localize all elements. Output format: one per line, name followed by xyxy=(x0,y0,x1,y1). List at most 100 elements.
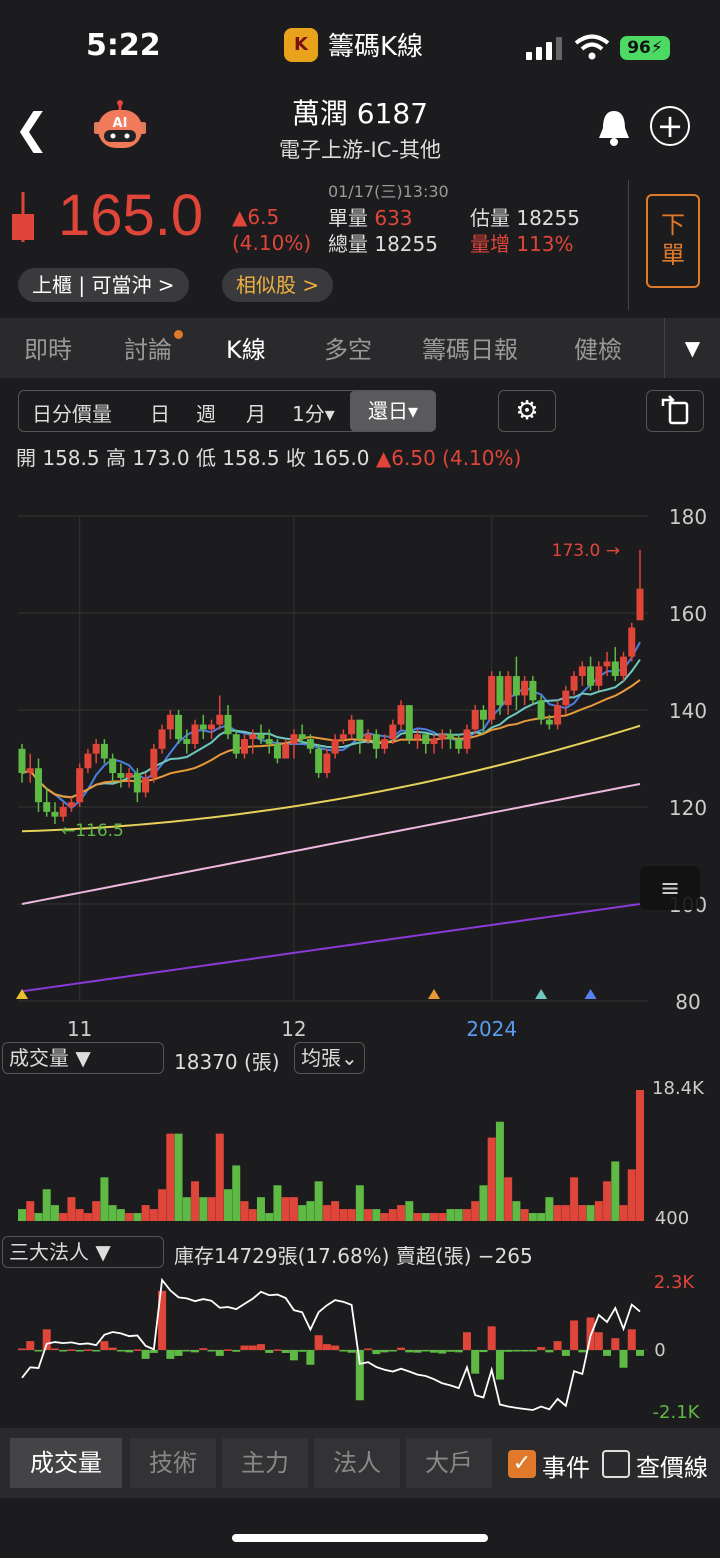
volume-bar xyxy=(619,1205,628,1221)
tab-health-check[interactable]: 健檢 xyxy=(574,330,622,365)
candle-body xyxy=(570,676,578,691)
btab-volume[interactable]: 成交量 xyxy=(10,1438,122,1488)
volume-bar xyxy=(331,1201,340,1221)
rotate-screen-button[interactable] xyxy=(646,390,704,432)
volume-bar xyxy=(446,1209,455,1221)
app-name-text: 籌碼K線 xyxy=(328,32,424,62)
institutional-bar xyxy=(545,1350,554,1353)
candle-body xyxy=(109,758,117,774)
btab-major-holders[interactable]: 大戶 xyxy=(406,1438,492,1488)
tabs-more-dropdown[interactable]: ▼ xyxy=(664,318,720,378)
tab-bull-bear[interactable]: 多空 xyxy=(324,330,372,365)
volume-bar xyxy=(454,1209,463,1221)
add-watchlist-button[interactable]: + xyxy=(650,106,690,146)
institutional-bar xyxy=(207,1350,216,1352)
volume-bar xyxy=(421,1213,430,1221)
chart-settings-button[interactable]: ⚙ xyxy=(498,390,556,432)
tab-chip-report[interactable]: 籌碼日報 xyxy=(422,330,518,365)
tab-realtime[interactable]: 即時 xyxy=(24,330,72,365)
candle-body xyxy=(166,714,174,730)
institutional-bar xyxy=(240,1345,249,1350)
price-line-checkbox[interactable] xyxy=(602,1450,630,1478)
ma10-line xyxy=(21,658,641,799)
y-tick-label: 140 xyxy=(669,699,707,723)
btab-technical[interactable]: 技術 xyxy=(130,1438,216,1488)
volume-bar xyxy=(125,1213,134,1221)
institutional-bar xyxy=(611,1338,620,1350)
candle-body xyxy=(496,676,504,706)
period-intraday[interactable]: 日分價量 xyxy=(32,398,112,427)
institutional-bar xyxy=(306,1350,315,1365)
institutional-bar xyxy=(594,1332,603,1350)
institutional-bar xyxy=(603,1350,612,1356)
candle-body xyxy=(339,734,347,740)
tab-kline[interactable]: K線 xyxy=(226,330,266,365)
candle-body xyxy=(43,802,51,812)
institutional-chart[interactable]: 2.3K 0 -2.1K xyxy=(0,1270,720,1426)
candle-body xyxy=(249,734,257,740)
volume-bar xyxy=(133,1213,142,1221)
volume-bar xyxy=(141,1205,150,1221)
inst-max-label: 2.3K xyxy=(654,1272,696,1293)
inst-zero-label: 0 xyxy=(654,1340,665,1361)
volume-bar xyxy=(26,1201,35,1221)
candle-body xyxy=(529,680,537,701)
institutional-bar xyxy=(619,1350,628,1368)
volume-indicator-select[interactable]: 成交量 ▼ xyxy=(2,1042,164,1074)
bell-icon[interactable] xyxy=(596,108,632,148)
volume-chart[interactable]: 18.4K 400 xyxy=(0,1076,720,1228)
tab-discussion[interactable]: 討論 xyxy=(124,330,183,365)
place-order-button[interactable]: 下單 xyxy=(646,194,700,288)
volume-bar xyxy=(570,1177,579,1221)
period-minute[interactable]: 1分▾ xyxy=(292,398,335,427)
candle-body xyxy=(372,734,380,749)
institutional-bar xyxy=(298,1350,307,1352)
candle-body xyxy=(356,719,364,740)
candle-body xyxy=(381,739,389,749)
y-tick-label: 180 xyxy=(669,505,707,529)
period-adjusted-day[interactable]: 還日▾ xyxy=(350,391,436,431)
institutional-bar xyxy=(174,1350,183,1356)
market-info-pill[interactable]: 上櫃 | 可當沖 > xyxy=(18,268,189,302)
period-day[interactable]: 日 xyxy=(150,398,170,427)
candle-body xyxy=(133,773,141,793)
institutional-select[interactable]: 三大法人 ▼ xyxy=(2,1236,164,1268)
btab-main-force[interactable]: 主力 xyxy=(222,1438,308,1488)
events-checkbox[interactable]: ✓ xyxy=(508,1450,536,1478)
kline-chart[interactable]: 1801601401201008011122024 173.0 →←116.5 xyxy=(0,496,720,1042)
btab-institutional[interactable]: 法人 xyxy=(314,1438,400,1488)
volume-bar xyxy=(471,1201,480,1221)
volume-value: 18370 (張) xyxy=(174,1050,280,1074)
period-week[interactable]: 週 xyxy=(196,398,216,427)
volume-bar xyxy=(174,1133,183,1221)
x-tick-label: 11 xyxy=(67,1017,92,1041)
y-tick-label: 160 xyxy=(669,602,707,626)
candle-body xyxy=(224,714,232,735)
candle-body xyxy=(578,666,586,677)
institutional-bar xyxy=(528,1350,537,1352)
institutional-bar xyxy=(504,1350,513,1352)
battery-indicator: 96⚡ xyxy=(620,36,670,60)
candle-body xyxy=(240,739,248,754)
event-marker-icon xyxy=(535,989,548,999)
volume-bar xyxy=(413,1213,422,1221)
volume-bar xyxy=(438,1213,447,1221)
candle-body xyxy=(26,768,34,774)
candle-body xyxy=(611,661,619,677)
institutional-bar xyxy=(520,1350,529,1352)
volume-bar xyxy=(553,1205,562,1221)
similar-stocks-pill[interactable]: 相似股 > xyxy=(222,268,334,302)
institutional-bar xyxy=(537,1347,546,1350)
period-month[interactable]: 月 xyxy=(246,398,266,427)
volume-bar xyxy=(314,1181,323,1221)
institutional-bar xyxy=(512,1350,521,1352)
x-tick-label: 2024 xyxy=(466,1017,517,1041)
candle-body xyxy=(512,676,520,696)
institutional-bar xyxy=(232,1350,241,1352)
candle-body xyxy=(620,656,628,677)
candle-up-icon xyxy=(12,192,34,242)
volume-bar xyxy=(240,1201,249,1221)
candle-body xyxy=(232,734,240,754)
chart-drag-handle[interactable]: ≡ xyxy=(640,866,700,910)
avg-volume-select[interactable]: 均張⌄ xyxy=(294,1042,365,1074)
